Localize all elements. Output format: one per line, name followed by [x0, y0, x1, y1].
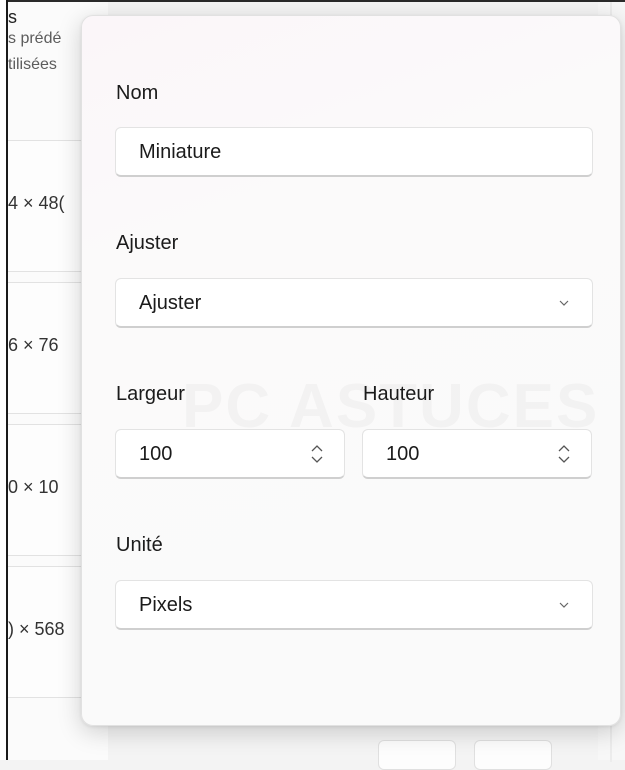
background-header: s s prédé tilisées	[8, 8, 61, 78]
background-preset-size: 0 × 10	[8, 477, 59, 497]
chevron-down-icon	[559, 300, 569, 306]
name-field[interactable]: Miniature	[115, 127, 593, 177]
fit-dropdown[interactable]: Ajuster	[115, 278, 593, 328]
background-header-line-3: tilisées	[8, 56, 57, 73]
chevron-down-icon	[559, 602, 569, 608]
bottom-action-button-1[interactable]	[378, 740, 456, 770]
width-value: 100	[139, 443, 173, 465]
app-window: s s prédé tilisées 4 × 48( 6 × 76 0 × 10…	[0, 0, 625, 770]
unit-dropdown[interactable]: Pixels	[115, 580, 593, 630]
fit-label: Ajuster	[116, 232, 179, 254]
name-field-value: Miniature	[139, 141, 222, 163]
name-label: Nom	[116, 82, 159, 104]
unit-label: Unité	[116, 534, 163, 556]
preset-editor-dialog: PC ASTUCES Nom Miniature Ajuster Ajuster…	[81, 15, 621, 726]
height-label: Hauteur	[363, 383, 435, 405]
window-left-border	[0, 0, 8, 760]
width-label: Largeur	[116, 383, 185, 405]
background-preset-size: 4 × 48(	[8, 193, 65, 213]
background-preset-size: 6 × 76	[8, 335, 59, 355]
height-number-input[interactable]: 100	[362, 429, 592, 479]
unit-dropdown-value: Pixels	[139, 594, 193, 616]
fit-dropdown-value: Ajuster	[139, 292, 202, 314]
background-header-line-2: s prédé	[8, 30, 62, 47]
height-value: 100	[386, 443, 420, 465]
up-down-spinner-icon[interactable]	[555, 442, 573, 466]
bottom-action-button-2[interactable]	[474, 740, 552, 770]
width-number-input[interactable]: 100	[115, 429, 345, 479]
background-preset-size: ) × 568	[8, 619, 65, 639]
up-down-spinner-icon[interactable]	[308, 442, 326, 466]
background-header-line-1: s	[8, 7, 17, 27]
